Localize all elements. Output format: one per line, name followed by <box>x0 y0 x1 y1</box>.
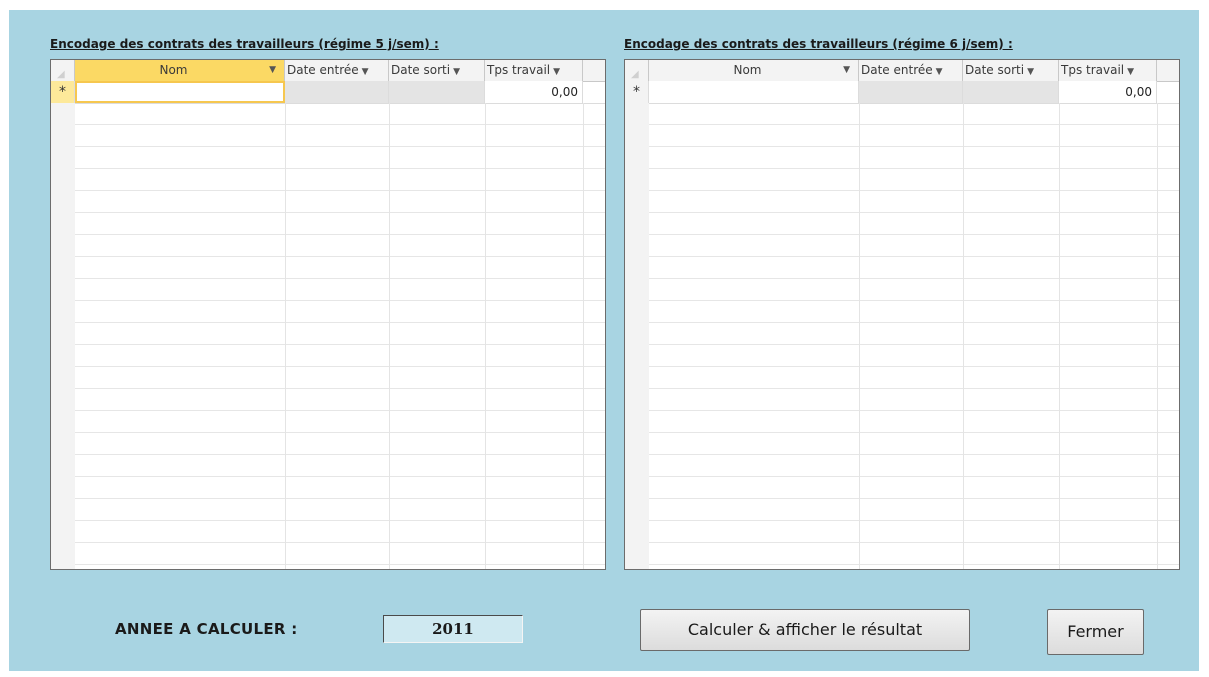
year-label: ANNEE A CALCULER : <box>115 620 298 638</box>
column-header-tps-travail[interactable]: Tps travail ▼ <box>1059 60 1157 81</box>
column-header-label: Date entrée <box>861 63 933 77</box>
tps-travail-cell[interactable]: 0,00 <box>485 81 583 103</box>
grid-empty-area <box>51 103 605 569</box>
date-entree-cell[interactable] <box>285 81 389 103</box>
header-filler <box>1157 60 1179 81</box>
left-grid-caption: Encodage des contrats des travailleurs (… <box>50 37 439 51</box>
select-all-icon: ◢ <box>57 69 65 80</box>
column-divider <box>859 103 860 569</box>
column-divider <box>389 103 390 569</box>
date-entree-cell[interactable] <box>859 81 963 103</box>
grid-empty-area <box>625 103 1179 569</box>
grid-header-row: ◢ Nom ▼ Date entrée ▼ Date sorti ▼ Tps trav… <box>625 60 1179 82</box>
close-button[interactable]: Fermer <box>1047 609 1144 655</box>
column-header-date-sortie[interactable]: Date sorti ▼ <box>963 60 1059 81</box>
dropdown-arrow-icon[interactable]: ▼ <box>453 67 460 77</box>
new-record-marker[interactable]: * <box>51 81 75 103</box>
new-record-marker[interactable]: * <box>625 81 649 103</box>
row-filler <box>583 81 605 103</box>
new-record-row[interactable]: * 0,00 <box>625 81 1179 104</box>
column-divider <box>285 103 286 569</box>
column-header-label: Nom <box>159 63 188 77</box>
dropdown-arrow-icon[interactable]: ▼ <box>269 60 276 80</box>
calculate-button[interactable]: Calculer & afficher le résultat <box>640 609 970 651</box>
contracts-grid-6-days[interactable]: ◢ Nom ▼ Date entrée ▼ Date sorti ▼ Tps trav… <box>624 59 1180 570</box>
right-grid-caption: Encodage des contrats des travailleurs (… <box>624 37 1013 51</box>
nom-input-cell[interactable] <box>75 81 285 103</box>
dropdown-arrow-icon[interactable]: ▼ <box>553 67 560 77</box>
date-sortie-cell[interactable] <box>963 81 1059 103</box>
column-header-label: Date sorti <box>391 63 451 77</box>
column-header-label: Tps travail <box>487 63 551 77</box>
dropdown-arrow-icon[interactable]: ▼ <box>1027 67 1034 77</box>
select-all-cell[interactable]: ◢ <box>51 60 75 81</box>
column-header-label: Date sorti <box>965 63 1025 77</box>
new-record-row[interactable]: * 0,00 <box>51 81 605 104</box>
row-filler <box>1157 81 1179 103</box>
column-header-tps-travail[interactable]: Tps travail ▼ <box>485 60 583 81</box>
dropdown-arrow-icon[interactable]: ▼ <box>843 60 850 80</box>
column-header-date-entree[interactable]: Date entrée ▼ <box>285 60 389 81</box>
grid-header-row: ◢ Nom ▼ Date entrée ▼ Date sorti ▼ Tps trav… <box>51 60 605 82</box>
column-header-date-entree[interactable]: Date entrée ▼ <box>859 60 963 81</box>
header-filler <box>583 60 605 81</box>
nom-input-cell[interactable] <box>649 81 859 103</box>
column-divider <box>1157 103 1158 569</box>
column-header-date-sortie[interactable]: Date sorti ▼ <box>389 60 485 81</box>
column-divider <box>1059 103 1060 569</box>
dropdown-arrow-icon[interactable]: ▼ <box>936 67 943 77</box>
dropdown-arrow-icon[interactable]: ▼ <box>1127 67 1134 77</box>
column-header-label: Nom <box>733 63 762 77</box>
dropdown-arrow-icon[interactable]: ▼ <box>362 67 369 77</box>
contracts-grid-5-days[interactable]: ◢ Nom ▼ Date entrée ▼ Date sorti ▼ Tps trav… <box>50 59 606 570</box>
year-input[interactable]: 2011 <box>383 615 523 643</box>
tps-travail-cell[interactable]: 0,00 <box>1059 81 1157 103</box>
column-header-nom[interactable]: Nom ▼ <box>649 60 859 81</box>
column-header-label: Date entrée <box>287 63 359 77</box>
select-all-cell[interactable]: ◢ <box>625 60 649 81</box>
column-divider <box>583 103 584 569</box>
form-background: Encodage des contrats des travailleurs (… <box>9 10 1199 671</box>
column-divider <box>963 103 964 569</box>
date-sortie-cell[interactable] <box>389 81 485 103</box>
column-divider <box>485 103 486 569</box>
column-header-nom[interactable]: Nom ▼ <box>75 60 285 81</box>
select-all-icon: ◢ <box>631 69 639 80</box>
column-header-label: Tps travail <box>1061 63 1125 77</box>
